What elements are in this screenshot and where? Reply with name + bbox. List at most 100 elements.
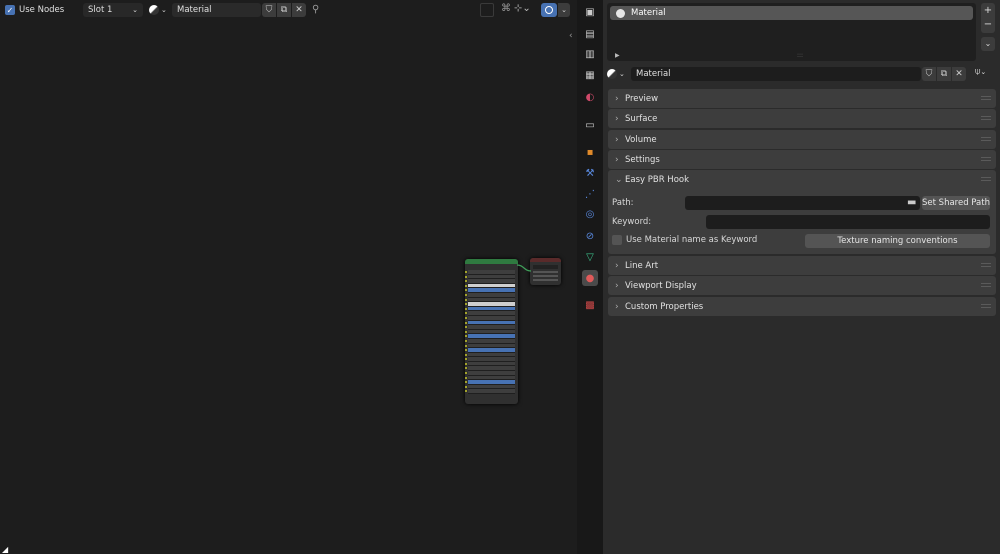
constraints-tab-icon[interactable]: ⊘ bbox=[582, 228, 598, 244]
snap-settings-dropdown[interactable]: ⊹⌄ bbox=[514, 3, 536, 17]
panel-header[interactable]: › Line Art bbox=[608, 256, 996, 275]
link-type-dropdown[interactable]: ⍦⌄ bbox=[975, 67, 997, 81]
collapse-icon[interactable]: ‹ bbox=[569, 31, 573, 41]
panel-header[interactable]: › Volume bbox=[608, 130, 996, 149]
drag-handle-icon[interactable] bbox=[981, 137, 991, 141]
expand-filter-icon[interactable]: ▶ bbox=[615, 52, 620, 59]
overlay-options-dropdown[interactable]: ⌄ bbox=[558, 3, 570, 17]
principled-bsdf-node[interactable] bbox=[465, 259, 518, 404]
set-shared-path-button[interactable]: Set Shared Path bbox=[922, 196, 990, 210]
material-sphere-icon bbox=[616, 8, 625, 18]
chevron-right-icon: › bbox=[615, 301, 619, 312]
data-tab-icon[interactable]: ▽ bbox=[582, 249, 598, 265]
panel-volume[interactable]: › Volume bbox=[608, 130, 996, 149]
panel-title: Viewport Display bbox=[625, 280, 697, 291]
panel-title: Line Art bbox=[625, 260, 659, 271]
parent-node-tree-button[interactable] bbox=[480, 3, 494, 17]
path-input[interactable] bbox=[685, 196, 920, 210]
drag-handle-icon[interactable] bbox=[981, 177, 991, 181]
panel-easy-pbr-hook: ⌄ Easy PBR Hook Path: ▬ Set Shared Path K… bbox=[608, 170, 996, 254]
material-slot-list[interactable]: Material ▶ ::: bbox=[607, 3, 976, 61]
shield-icon: ⛉ bbox=[265, 5, 273, 15]
add-icon[interactable]: + bbox=[981, 3, 995, 18]
chevron-down-icon: ⌄ bbox=[980, 68, 987, 76]
pin-icon[interactable]: ⚲ bbox=[312, 4, 319, 15]
drag-handle-icon[interactable] bbox=[981, 116, 991, 120]
world-tab-icon[interactable]: ◐ bbox=[582, 89, 598, 105]
keyword-input[interactable] bbox=[706, 215, 990, 229]
collection-tab-icon[interactable]: ▭ bbox=[582, 117, 598, 133]
panel-settings[interactable]: › Settings bbox=[608, 150, 996, 169]
material-name-field[interactable]: Material bbox=[631, 67, 921, 81]
folder-icon[interactable]: ▬ bbox=[907, 197, 916, 208]
use-nodes-toggle[interactable]: ✓ Use Nodes bbox=[5, 5, 64, 15]
drag-handle-icon[interactable] bbox=[981, 263, 991, 267]
panel-header[interactable]: › Viewport Display bbox=[608, 276, 996, 295]
material-browse-button[interactable]: ⌄ bbox=[149, 3, 171, 17]
chevron-right-icon: › bbox=[615, 134, 619, 145]
chevron-down-icon: ⌄ bbox=[615, 174, 623, 185]
drag-handle-icon[interactable] bbox=[981, 96, 991, 100]
fake-user-button[interactable]: ⛉ bbox=[262, 3, 276, 17]
material-name-text: Material bbox=[177, 5, 212, 15]
panel-header[interactable]: › Surface bbox=[608, 109, 996, 128]
panel-header[interactable]: › Custom Properties bbox=[608, 297, 996, 316]
overlay-toggle[interactable] bbox=[541, 3, 557, 17]
panel-header[interactable]: › Preview bbox=[608, 89, 996, 108]
texture-naming-conventions-button[interactable]: Texture naming conventions bbox=[805, 234, 990, 248]
list-resize-handle[interactable]: ::: bbox=[797, 52, 803, 59]
physics-tab-icon[interactable]: ◎ bbox=[582, 206, 598, 222]
node-editor-header: ✓ Use Nodes Slot 1 ⌄ ⌄ Material ⛉ ⧉ ✕ ⚲ … bbox=[0, 0, 577, 21]
panel-header[interactable]: › Settings bbox=[608, 150, 996, 169]
panel-surface[interactable]: › Surface bbox=[608, 109, 996, 128]
node-header[interactable] bbox=[530, 258, 561, 262]
panel-preview[interactable]: › Preview bbox=[608, 89, 996, 108]
material-sphere-icon bbox=[149, 5, 159, 15]
slot-dropdown[interactable]: Slot 1 ⌄ bbox=[83, 3, 143, 17]
use-nodes-label: Use Nodes bbox=[19, 5, 65, 15]
panel-header[interactable]: ⌄ Easy PBR Hook bbox=[608, 170, 996, 189]
unlink-material-button[interactable]: ✕ bbox=[292, 3, 306, 17]
material-output-node[interactable] bbox=[530, 258, 561, 285]
duplicate-material-button[interactable]: ⧉ bbox=[277, 3, 291, 17]
texture-tab-icon[interactable]: ▩ bbox=[582, 297, 598, 313]
slot-specials-dropdown[interactable]: ⌄ bbox=[981, 37, 995, 51]
drag-handle-icon[interactable] bbox=[981, 283, 991, 287]
panel-line-art[interactable]: › Line Art bbox=[608, 256, 996, 275]
modifier-tab-icon[interactable]: ⚒ bbox=[582, 165, 598, 181]
drag-handle-icon[interactable] bbox=[981, 304, 991, 308]
drag-handle-icon[interactable] bbox=[981, 157, 991, 161]
panel-title: Easy PBR Hook bbox=[625, 174, 690, 185]
material-name-field[interactable]: Material bbox=[172, 3, 261, 17]
material-tab-icon[interactable]: ● bbox=[582, 270, 598, 286]
corner-handle[interactable]: ◢ bbox=[2, 545, 8, 554]
duplicate-material-button[interactable]: ⧉ bbox=[937, 67, 951, 81]
chevron-right-icon: › bbox=[615, 280, 619, 291]
unlink-material-button[interactable]: ✕ bbox=[952, 67, 966, 81]
panel-custom-properties[interactable]: › Custom Properties bbox=[608, 297, 996, 316]
remove-icon[interactable]: − bbox=[981, 18, 995, 33]
render-tab-icon[interactable]: ▤ bbox=[582, 26, 598, 42]
chevron-down-icon: ⌄ bbox=[132, 6, 138, 14]
close-icon: ✕ bbox=[295, 5, 303, 15]
material-name-text: Material bbox=[636, 69, 671, 79]
overlay-icon bbox=[545, 6, 553, 14]
particles-tab-icon[interactable]: ⋰ bbox=[582, 186, 598, 202]
use-material-name-toggle[interactable]: Use Material name as Keyword bbox=[612, 235, 757, 245]
panel-title: Settings bbox=[625, 154, 660, 165]
list-item[interactable]: Material bbox=[610, 6, 973, 20]
tool-tab-icon[interactable]: ▣ bbox=[582, 4, 598, 20]
panel-viewport-display[interactable]: › Viewport Display bbox=[608, 276, 996, 295]
output-tab-icon[interactable]: ▥ bbox=[582, 46, 598, 62]
chevron-right-icon: › bbox=[615, 113, 619, 124]
snap-icon[interactable]: ⌘ bbox=[499, 3, 513, 17]
list-item-label: Material bbox=[631, 8, 666, 18]
chevron-right-icon: › bbox=[615, 93, 619, 104]
material-browse-button[interactable]: ⌄ bbox=[607, 67, 629, 81]
panel-title: Preview bbox=[625, 93, 659, 104]
chevron-down-icon: ⌄ bbox=[984, 39, 992, 48]
object-tab-icon[interactable]: ▪ bbox=[582, 144, 598, 160]
close-icon: ✕ bbox=[955, 69, 963, 79]
fake-user-button[interactable]: ⛉ bbox=[922, 67, 936, 81]
view-layer-tab-icon[interactable]: ▦ bbox=[582, 67, 598, 83]
